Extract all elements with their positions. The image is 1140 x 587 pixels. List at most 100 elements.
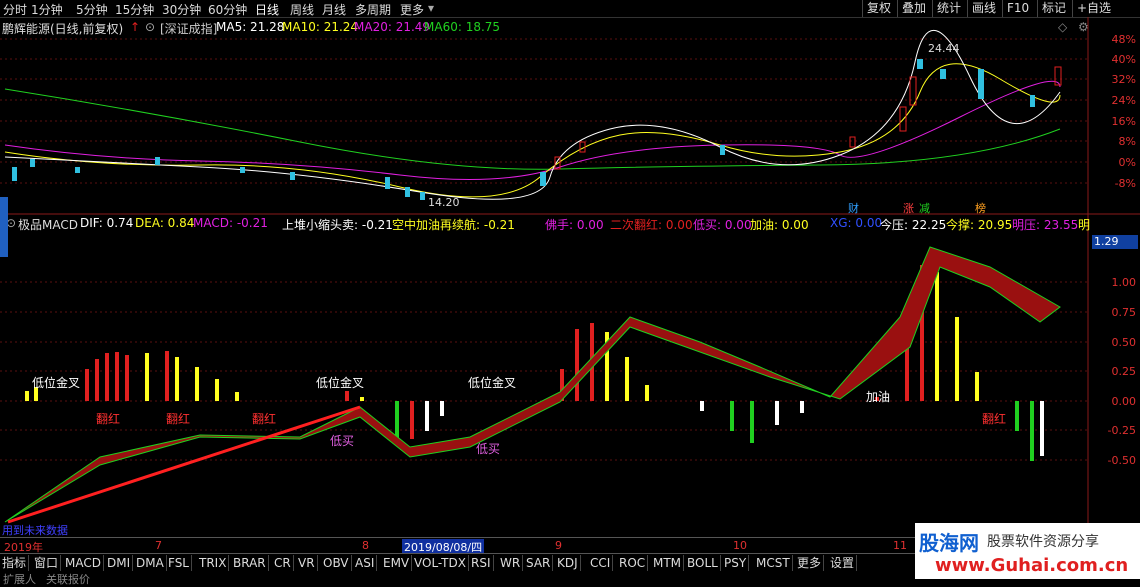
indicator-t2: 空中加油再续航: -0.21 — [392, 218, 515, 232]
tab-macd[interactable]: MACD — [63, 555, 104, 571]
price-grid — [0, 38, 1088, 184]
more-chevron-icon[interactable]: ▾ — [428, 1, 434, 15]
date-tick: 7 — [155, 539, 162, 552]
period-tab-monthly[interactable]: 月线 — [322, 1, 346, 18]
mark-button[interactable]: 标记 — [1037, 0, 1070, 17]
price-axis-tick: 32% — [1111, 73, 1136, 86]
period-tab-30min[interactable]: 30分钟 — [162, 1, 201, 18]
sidebar-handle[interactable] — [0, 197, 8, 257]
tab-fsl[interactable]: FSL — [166, 555, 192, 571]
period-tab-60min[interactable]: 60分钟 — [208, 1, 247, 18]
date-tick: 9 — [555, 539, 562, 552]
tab-emv[interactable]: EMV — [381, 555, 413, 571]
turn-red-label: 翻红 — [982, 412, 1007, 426]
indicator-t6: 加油: 0.00 — [750, 218, 809, 232]
adjust-button[interactable]: 复权 — [862, 0, 895, 17]
future-data-warning: 用到未来数据 — [2, 524, 68, 537]
period-tab-1min[interactable]: 1分钟 — [31, 1, 63, 18]
bottom-row-item[interactable]: 关联报价 — [46, 571, 90, 587]
period-tab-daily[interactable]: 日线 — [255, 1, 279, 18]
indicator-t5: 低买: 0.00 — [693, 218, 752, 232]
refuel-label: 加油 — [866, 390, 891, 404]
golden-cross-label: 低位金叉 — [316, 376, 365, 390]
period-tab-timeshare[interactable]: 分时 — [3, 1, 27, 18]
low-price-label: 14.20 — [428, 196, 460, 209]
period-tab-weekly[interactable]: 周线 — [290, 1, 314, 18]
period-tab-15min[interactable]: 15分钟 — [115, 1, 154, 18]
add-watchlist-button[interactable]: +自选 — [1072, 0, 1115, 17]
bottom-row-item[interactable]: 扩展​人 — [3, 571, 36, 587]
tab-asi[interactable]: ASI — [353, 555, 378, 571]
watermark-subtitle: 股票软件资源分享 — [987, 534, 1099, 550]
tab-window[interactable]: 窗口 — [32, 555, 62, 571]
indicator-axis-tick: 0.25 — [1111, 365, 1137, 378]
dea-value: DEA: 0.84 — [135, 216, 195, 230]
stats-button[interactable]: 统计 — [932, 0, 965, 17]
ma10-line — [4, 63, 1061, 198]
tab-mtm[interactable]: MTM — [651, 555, 685, 571]
watermark-logo: 股海网 股票软件资源分享 www.Guhai.com.cn — [915, 523, 1140, 579]
indicator-axis-tick: 1.00 — [1111, 276, 1137, 289]
tab-brar[interactable]: BRAR — [231, 555, 269, 571]
turn-red-label: 翻红 — [96, 412, 121, 426]
price-axis-tick: 48% — [1111, 33, 1136, 46]
turn-red-label: 翻红 — [166, 412, 191, 426]
tab-trix[interactable]: TRIX — [197, 555, 230, 571]
date-tick: 10 — [733, 539, 747, 552]
tab-boll[interactable]: BOLL — [685, 555, 721, 571]
price-axis-tick: 40% — [1111, 53, 1136, 66]
indicator-current-value: 1.29 — [1092, 235, 1138, 249]
indicator-axis-tick: 0.75 — [1111, 306, 1137, 319]
indicator-t11: 明 — [1078, 218, 1091, 232]
tab-mcst[interactable]: MCST — [754, 555, 793, 571]
tab-rsi[interactable]: RSI — [469, 555, 494, 571]
date-tick: 8 — [362, 539, 369, 552]
indicator-t9: 今撑: 20.95 — [946, 218, 1013, 232]
low-buy-label: 低买 — [476, 442, 501, 456]
tab-obv[interactable]: OBV — [321, 555, 352, 571]
price-axis-tick: -8% — [1114, 177, 1136, 190]
tab-indicator[interactable]: 指标 — [0, 555, 30, 571]
dif-value: DIF: 0.74 — [80, 216, 134, 230]
indicator-name: 极品MACD — [18, 218, 78, 232]
dif-dea-ribbon — [4, 246, 1061, 523]
low-buy-label: 低买 — [330, 434, 355, 448]
golden-cross-label: 低位金叉 — [468, 376, 517, 390]
tab-vr[interactable]: VR — [296, 555, 318, 571]
tab-more[interactable]: 更多 — [795, 555, 825, 571]
f10-button[interactable]: F10 — [1002, 0, 1033, 17]
tab-dmi[interactable]: DMI — [105, 555, 134, 571]
indicator-axis-tick: 0.00 — [1111, 395, 1137, 408]
price-axis-tick: 24% — [1111, 94, 1136, 107]
chart-canvas[interactable] — [0, 17, 1140, 537]
tab-settings[interactable]: 设置 — [828, 555, 858, 571]
indicator-t3: 佛手: 0.00 — [545, 218, 604, 232]
indicator-t10: 明压: 23.55 — [1012, 218, 1079, 232]
tab-vol-tdx[interactable]: VOL-TDX — [412, 555, 469, 571]
price-axis-tick: 16% — [1111, 115, 1136, 128]
period-tab-5min[interactable]: 5分钟 — [76, 1, 108, 18]
tab-kdj[interactable]: KDJ — [555, 555, 581, 571]
rise-marker[interactable]: 涨 — [903, 200, 914, 216]
tab-psy[interactable]: PSY — [722, 555, 750, 571]
tab-dma[interactable]: DMA — [134, 555, 167, 571]
price-axis-tick: 8% — [1118, 135, 1136, 148]
tab-cci[interactable]: CCI — [588, 555, 614, 571]
indicator-t7: XG: 0.00 — [830, 216, 883, 230]
macd-histogram — [25, 265, 1044, 461]
tab-sar[interactable]: SAR — [524, 555, 554, 571]
tab-roc[interactable]: ROC — [617, 555, 649, 571]
tab-wr[interactable]: WR — [498, 555, 524, 571]
reduce-marker[interactable]: 减 — [919, 200, 930, 216]
watermark-title: 股海网 — [919, 531, 979, 555]
period-tab-multi[interactable]: 多周期 — [355, 1, 391, 18]
overlay-button[interactable]: 叠加 — [897, 0, 930, 17]
tab-cr[interactable]: CR — [272, 555, 294, 571]
period-tab-more[interactable]: 更多 — [400, 1, 424, 18]
indicator-t4: 二次翻红: 0.00 — [610, 218, 693, 232]
finance-marker[interactable]: 财 — [848, 200, 859, 216]
list-marker[interactable]: 榜 — [975, 200, 986, 216]
golden-cross-label: 低位金叉 — [32, 376, 81, 390]
candlesticks — [12, 59, 1062, 200]
draw-button[interactable]: 画线 — [967, 0, 1000, 17]
